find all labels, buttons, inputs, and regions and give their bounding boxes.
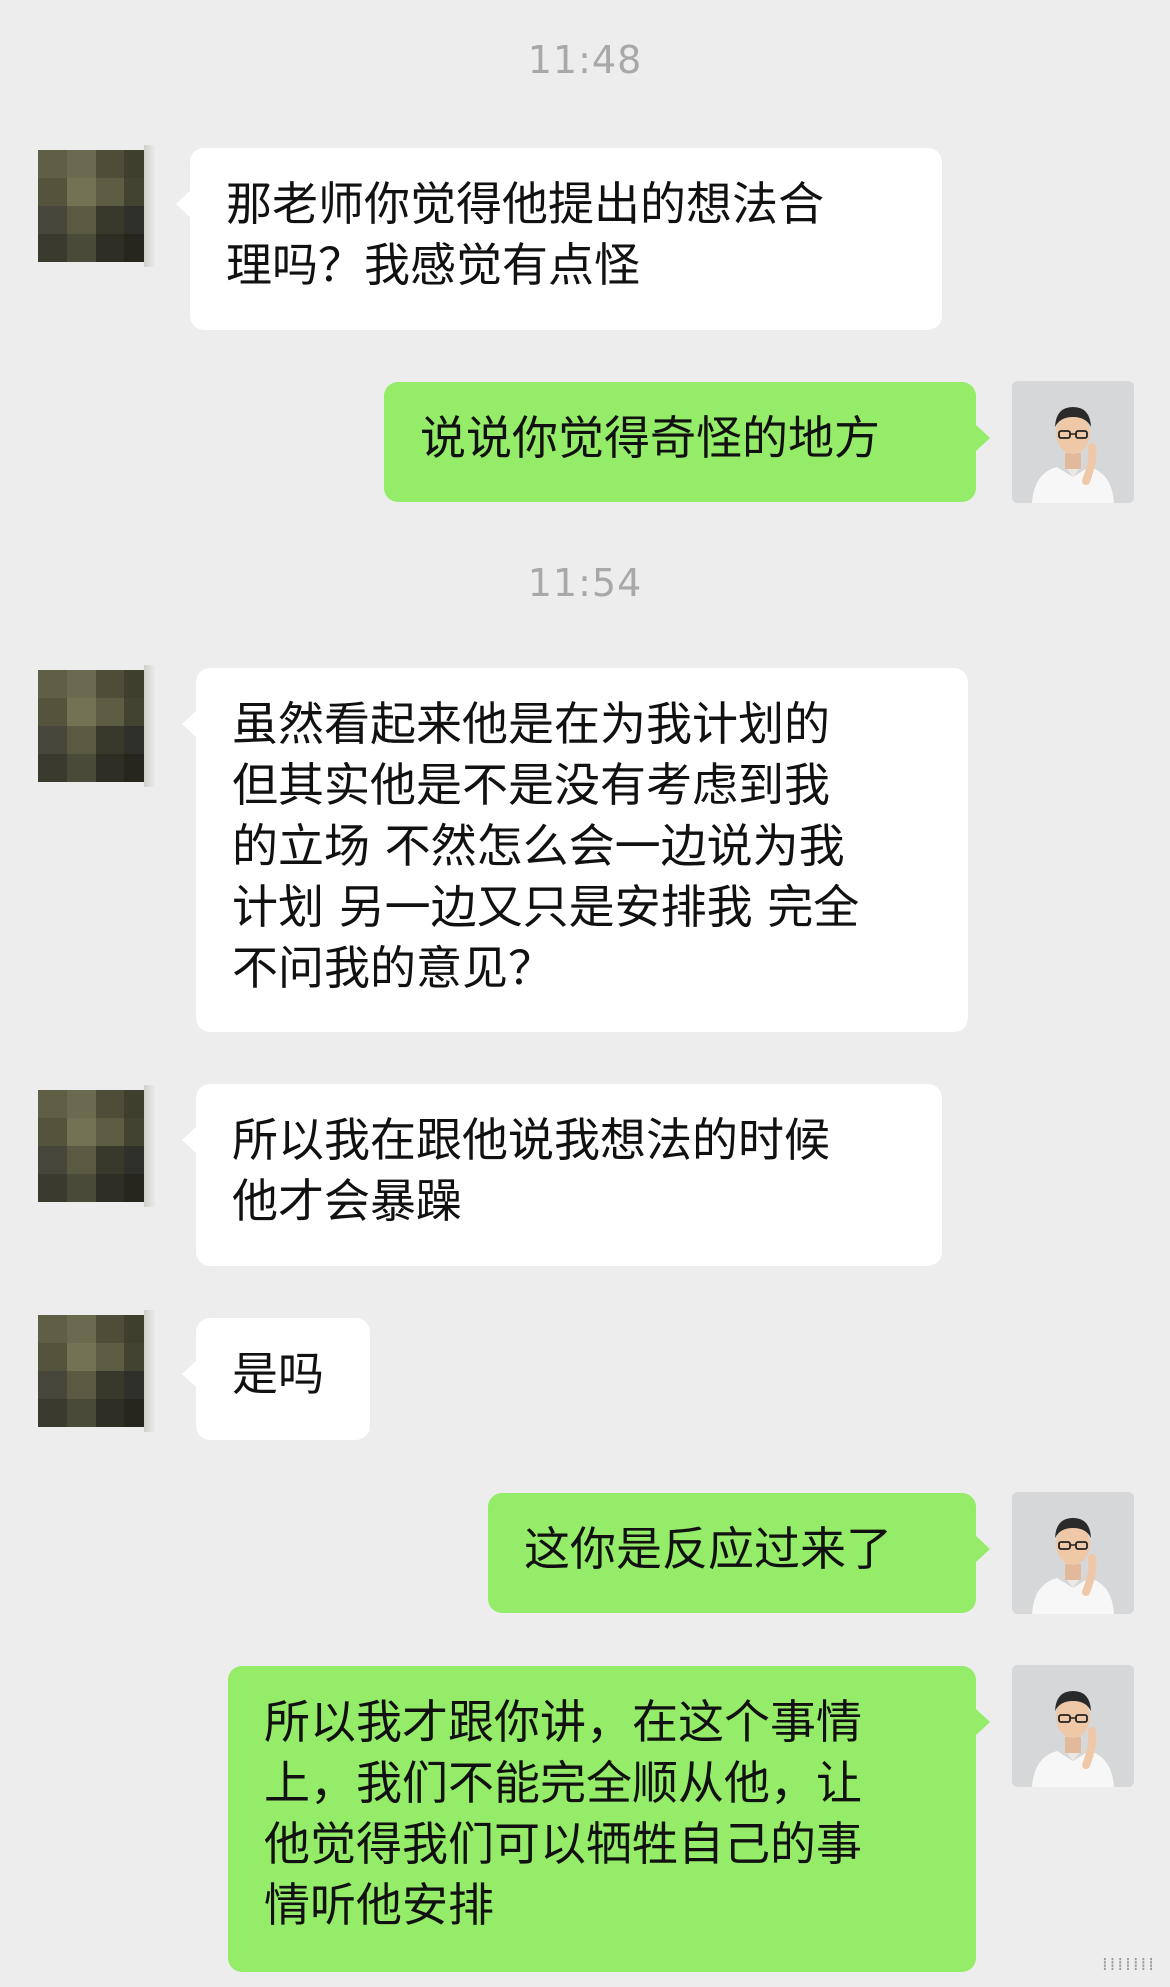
message-bubble-outgoing[interactable]: 所以我才跟你讲，在这个事情 上，我们不能完全顺从他，让 他觉得我们可以牺牲自己的…	[228, 1666, 990, 1972]
contact-avatar-icon[interactable]	[36, 665, 158, 787]
message-bubble-incoming[interactable]: 虽然看起来他是在为我计划的 但其实他是不是没有考虑到我 的立场 不然怎么会一边说…	[182, 668, 968, 1032]
contact-avatar-icon[interactable]	[36, 1085, 158, 1207]
watermark-dots-icon: ⁞⁞⁞⁞⁞⁞⁞	[1101, 1954, 1156, 1975]
timestamp-1148: 11:48	[527, 38, 643, 82]
message-bubble-outgoing[interactable]: 说说你觉得奇怪的地方	[384, 382, 990, 502]
message-text: 这你是反应过来了	[524, 1522, 892, 1576]
teacher-photo-avatar-icon[interactable]	[1012, 1665, 1134, 1787]
message-bubble-incoming[interactable]: 那老师你觉得他提出的想法合 理吗？我感觉有点怪	[176, 148, 942, 330]
pixelated-avatar-icon	[38, 150, 153, 262]
message-text: 那老师你觉得他提出的想法合 理吗？我感觉有点怪	[226, 177, 824, 292]
message-text: 所以我在跟他说我想法的时候 他才会暴躁	[232, 1113, 830, 1228]
message-bubble-incoming[interactable]: 所以我在跟他说我想法的时候 他才会暴躁	[182, 1084, 942, 1266]
teacher-photo-avatar-icon[interactable]	[1012, 381, 1134, 503]
message-text: 说说你觉得奇怪的地方	[420, 411, 880, 465]
message-text: 所以我才跟你讲，在这个事情 上，我们不能完全顺从他，让 他觉得我们可以牺牲自己的…	[264, 1695, 862, 1932]
message-text: 是吗	[232, 1347, 324, 1401]
teacher-photo-avatar-icon[interactable]	[1012, 1492, 1134, 1614]
contact-avatar-icon[interactable]	[36, 1310, 158, 1432]
message-bubble-incoming[interactable]: 是吗	[182, 1318, 370, 1440]
pixelated-avatar-icon	[38, 670, 153, 782]
pixelated-avatar-icon	[38, 1090, 153, 1202]
message-text: 虽然看起来他是在为我计划的 但其实他是不是没有考虑到我 的立场 不然怎么会一边说…	[232, 697, 860, 995]
contact-avatar-icon[interactable]	[36, 145, 158, 267]
message-bubble-outgoing[interactable]: 这你是反应过来了	[488, 1493, 990, 1613]
pixelated-avatar-icon	[38, 1315, 153, 1427]
timestamp-1154: 11:54	[527, 561, 643, 605]
